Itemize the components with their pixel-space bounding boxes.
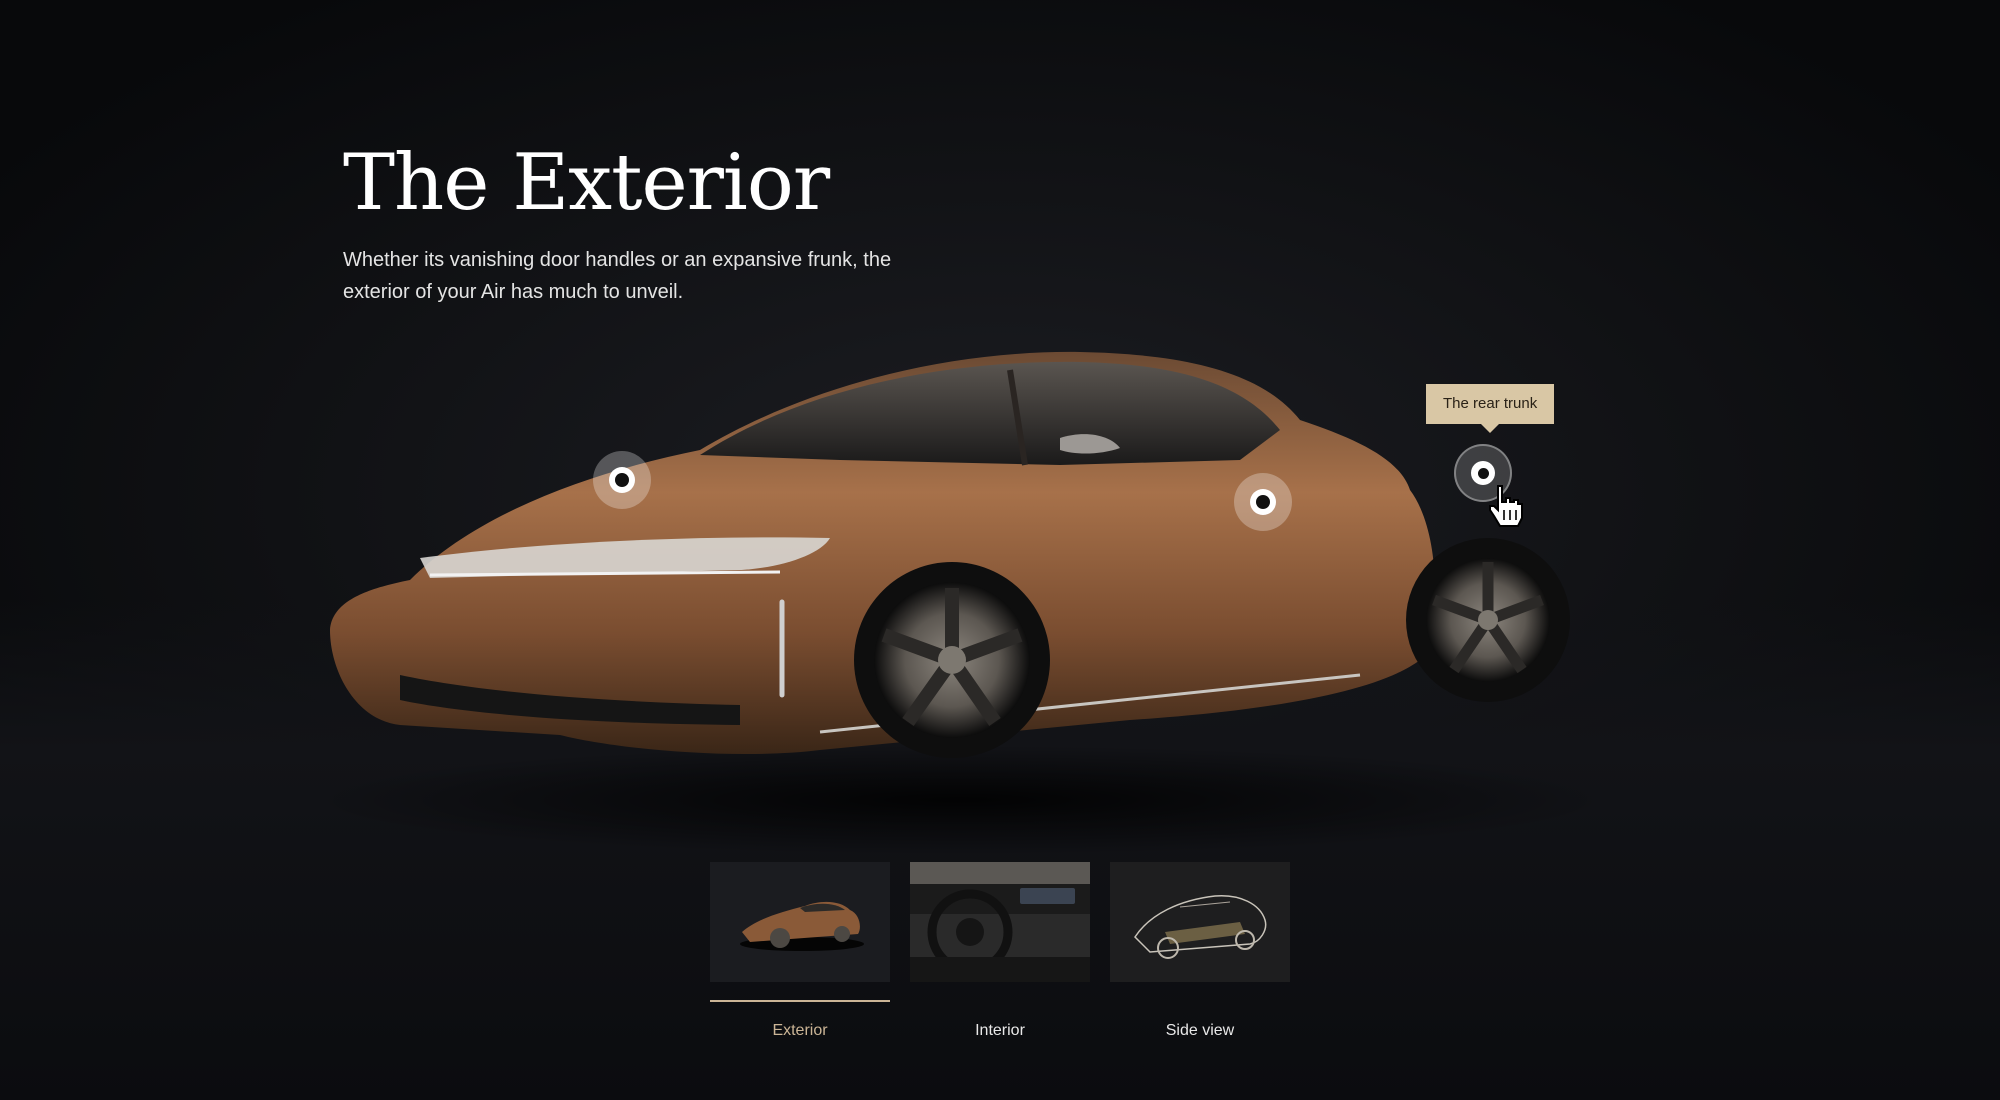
thumbnail-side-view[interactable]: Side view (1110, 862, 1290, 1040)
car-xray-thumbnail (1110, 862, 1290, 982)
active-indicator (710, 1000, 890, 1002)
car-exterior-thumbnail (710, 862, 890, 982)
car-interior-thumbnail (910, 862, 1090, 982)
hand-pointer-icon (1489, 485, 1523, 527)
thumbnail-label: Exterior (772, 1022, 828, 1039)
thumbnail-interior[interactable]: Interior (910, 862, 1090, 1040)
thumbnail-label: Side view (1165, 1022, 1235, 1039)
thumbnail-label: Interior (975, 1022, 1025, 1039)
hotspot-dot-icon (1477, 467, 1489, 479)
hotspot-door[interactable] (1234, 473, 1292, 531)
thumbnail-exterior[interactable]: Exterior (710, 862, 890, 1040)
hotspot-tooltip: The rear trunk (1426, 384, 1555, 433)
view-gallery: Exterior Interior Side view (710, 862, 1290, 1040)
hotspot-ring-icon (1471, 461, 1495, 485)
hotspot-dot-icon (615, 473, 629, 487)
section-description: Whether its vanishing door handles or an… (343, 249, 892, 303)
active-indicator (910, 1000, 1090, 1002)
hotspot-ring-icon (609, 467, 635, 493)
hotspot-front[interactable] (593, 451, 651, 509)
hotspot-ring-icon (1250, 489, 1276, 515)
section-title: The Exterior (343, 138, 830, 228)
hotspot-dot-icon (1256, 495, 1270, 509)
active-indicator (1110, 1000, 1290, 1002)
